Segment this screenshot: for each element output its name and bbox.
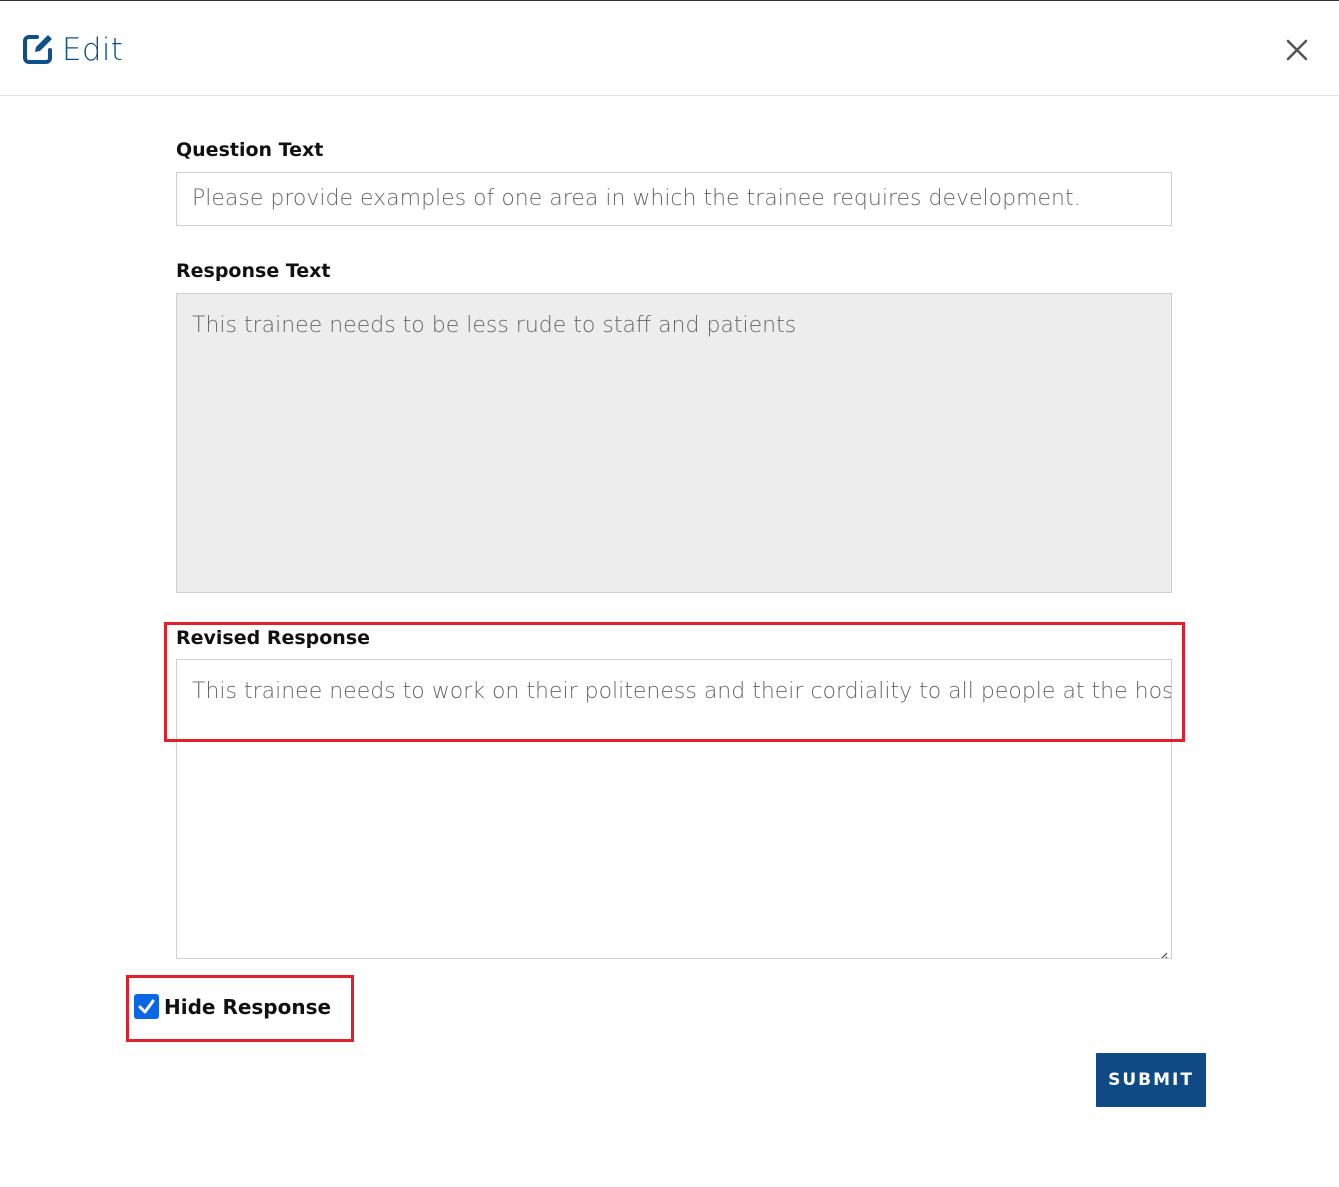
resize-handle-icon[interactable] bbox=[1156, 943, 1168, 958]
hide-response-label[interactable]: Hide Response bbox=[164, 994, 331, 1020]
revised-response-textarea[interactable]: This trainee needs to work on their poli… bbox=[176, 659, 1172, 959]
response-text-label: Response Text bbox=[176, 260, 331, 282]
modal-header: Edit bbox=[0, 1, 1339, 96]
revised-response-label: Revised Response bbox=[176, 627, 371, 649]
edit-square-icon bbox=[21, 32, 55, 66]
question-text-value: Please provide examples of one area in w… bbox=[192, 186, 1081, 211]
modal-title: Edit bbox=[62, 32, 124, 68]
question-text-label: Question Text bbox=[176, 139, 324, 161]
response-text-field: This trainee needs to be less rude to st… bbox=[176, 293, 1172, 593]
hide-response-checkbox[interactable] bbox=[134, 994, 159, 1019]
checkmark-icon bbox=[138, 999, 155, 1014]
submit-button[interactable]: SUBMIT bbox=[1096, 1053, 1206, 1107]
response-text-value: This trainee needs to be less rude to st… bbox=[192, 313, 797, 338]
revised-response-value: This trainee needs to work on their poli… bbox=[192, 679, 1172, 704]
close-icon[interactable] bbox=[1283, 36, 1311, 64]
question-text-field[interactable]: Please provide examples of one area in w… bbox=[176, 172, 1172, 226]
